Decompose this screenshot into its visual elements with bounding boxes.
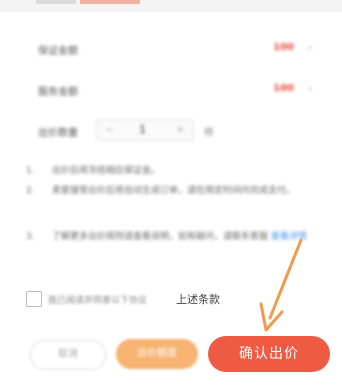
- cancel-button[interactable]: 取消: [30, 340, 106, 370]
- bid-confirm-screen: 保证金额 100 › 服务金额 100 › 出价数量 − 1 + 件 1. 出价…: [0, 0, 342, 386]
- chevron-right-icon: ›: [307, 41, 312, 54]
- row-service-fee[interactable]: 服务金额 100 ›: [0, 74, 342, 104]
- quantity-label: 出价数量: [38, 128, 78, 139]
- note-text: 出价后将冻结相应保证金。: [52, 166, 161, 176]
- chevron-right-icon: ›: [307, 82, 312, 95]
- blurred-form: 保证金额 100 › 服务金额 100 › 出价数量 − 1 + 件 1. 出价…: [0, 0, 342, 300]
- note-text: 卖家接受出价后将自动生成订单，请在规定时间内完成支付。: [52, 186, 296, 196]
- confirm-bid-button[interactable]: 确认出价: [208, 336, 330, 372]
- row-deposit[interactable]: 保证金额 100 ›: [0, 33, 342, 63]
- agreement-text: 上述条款: [176, 293, 220, 306]
- bid-limit-button[interactable]: 出价额度: [116, 339, 198, 369]
- note-item: 3. 了解更多出价规则请查看说明，如有疑问，请联系客服 查看详情: [26, 228, 326, 268]
- quantity-unit: 件: [204, 128, 214, 139]
- note-item: 2. 卖家接受出价后将自动生成订单，请在规定时间内完成支付。: [26, 182, 326, 218]
- minus-icon[interactable]: −: [105, 123, 114, 136]
- agreement-checkbox[interactable]: [26, 291, 42, 307]
- quantity-stepper[interactable]: − 1 +: [96, 119, 194, 141]
- row-service-fee-label: 服务金额: [38, 87, 78, 98]
- row-deposit-label: 保证金额: [38, 46, 78, 57]
- row-quantity: 出价数量 − 1 + 件: [0, 115, 342, 145]
- note-number: 1.: [26, 166, 35, 176]
- note-number: 2.: [26, 186, 35, 196]
- row-deposit-value: 100: [273, 42, 294, 53]
- note-link[interactable]: 查看详情: [271, 232, 307, 242]
- plus-icon[interactable]: +: [176, 123, 185, 136]
- note-item: 1. 出价后将冻结相应保证金。: [26, 162, 326, 180]
- note-number: 3.: [26, 232, 35, 242]
- quantity-value: 1: [139, 123, 146, 136]
- note-text: 了解更多出价规则请查看说明，如有疑问，请联系客服 查看详情: [52, 228, 328, 246]
- agreement-prefix: 我已阅读并同意以下协议: [48, 296, 148, 306]
- note-text-body: 了解更多出价规则请查看说明，如有疑问，请联系客服: [52, 232, 269, 242]
- agreement-row: 我已阅读并同意以下协议 上述条款: [26, 290, 326, 310]
- row-service-fee-value: 100: [273, 83, 294, 94]
